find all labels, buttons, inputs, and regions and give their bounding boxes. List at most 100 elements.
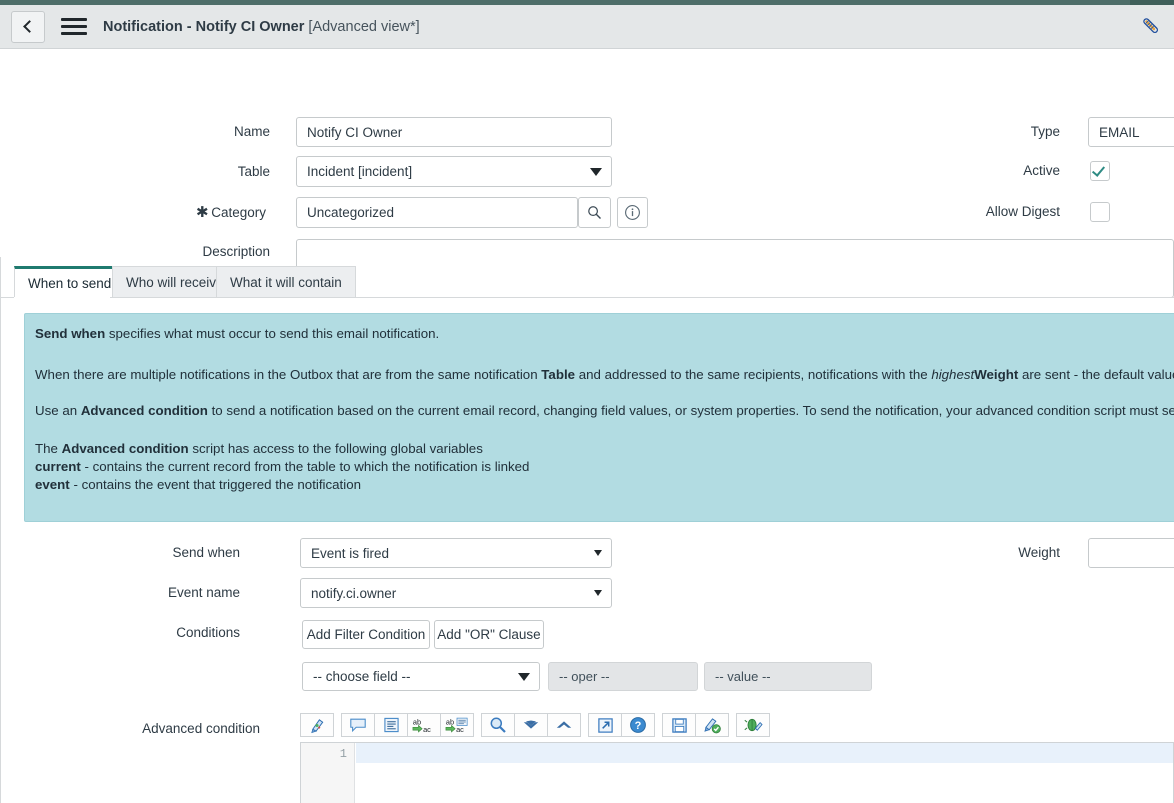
paperclip-icon: [1143, 18, 1159, 34]
send-when-info-panel: Send when specifies what must occur to s…: [24, 313, 1174, 522]
info-line-3: Use an Advanced condition to send a noti…: [35, 403, 1174, 418]
toolbar-group-window: ?: [588, 713, 655, 737]
info-line-4: The Advanced condition script has access…: [35, 441, 483, 456]
chevron-down-icon: [594, 550, 602, 556]
advanced-condition-label: Advanced condition: [142, 721, 260, 736]
page-title-view: [Advanced view*]: [308, 18, 420, 35]
category-info-button[interactable]: [617, 197, 648, 228]
filter-value-input[interactable]: -- value --: [704, 662, 872, 691]
filter-field-value: -- choose field --: [313, 669, 411, 684]
find-previous-button[interactable]: [547, 713, 581, 737]
category-label: Category: [211, 205, 266, 220]
active-label: Active: [1023, 163, 1060, 178]
svg-text:ac: ac: [456, 724, 464, 733]
tab-when-to-send[interactable]: When to send: [14, 266, 126, 298]
event-name-value: notify.ci.owner: [311, 585, 397, 601]
find-next-button[interactable]: [514, 713, 548, 737]
hamburger-menu-icon[interactable]: [61, 18, 87, 35]
comment-button[interactable]: [341, 713, 375, 737]
back-button[interactable]: [11, 10, 45, 43]
info-line-1-bold: Send when: [35, 326, 106, 341]
tabs-active-underline: [14, 297, 110, 298]
svg-text:?: ?: [635, 720, 642, 732]
code-active-line-highlight: [356, 743, 1173, 763]
add-or-clause-button[interactable]: Add "OR" Clause: [434, 620, 544, 649]
page-title: Notification - Notify CI Owner [Advanced…: [103, 19, 420, 35]
type-label: Type: [1030, 124, 1060, 139]
add-filter-condition-button[interactable]: Add Filter Condition: [302, 620, 430, 649]
chevron-down-icon: [518, 672, 530, 681]
svg-text:ab: ab: [413, 717, 421, 726]
notification-form: Name Table Incident [incident] ✱ Categor…: [0, 49, 1174, 298]
find-button[interactable]: [481, 713, 515, 737]
tab-what-it-will-contain[interactable]: What it will contain: [216, 266, 356, 298]
toolbar-group-find: [481, 713, 581, 737]
filter-operator-select[interactable]: -- oper --: [548, 662, 698, 691]
attachment-button[interactable]: [1134, 9, 1168, 43]
save-icon: [671, 717, 687, 733]
toolbar-group-debug: [736, 713, 770, 737]
weight-input[interactable]: [1088, 538, 1174, 568]
send-when-value: Event is fired: [311, 545, 390, 561]
indent-lines-icon: [383, 717, 399, 733]
comment-icon: [350, 718, 366, 733]
save-button[interactable]: [662, 713, 696, 737]
syntax-check-button[interactable]: [695, 713, 729, 737]
expand-editor-button[interactable]: [588, 713, 622, 737]
filter-field-select[interactable]: -- choose field --: [302, 662, 540, 691]
toolbar-group-format: [300, 713, 334, 737]
svg-text:ac: ac: [423, 724, 431, 733]
advanced-condition-code-editor[interactable]: 1: [300, 742, 1174, 803]
checkmark-icon: [1091, 163, 1106, 177]
info-circle-icon: [625, 205, 640, 220]
find-next-icon: [523, 720, 539, 729]
table-select[interactable]: Incident [incident]: [296, 156, 612, 187]
name-input[interactable]: [296, 117, 612, 147]
replace-all-icon: ab ac: [445, 717, 468, 733]
event-name-select[interactable]: notify.ci.owner: [300, 578, 612, 608]
weight-label: Weight: [1018, 545, 1060, 560]
info-line-5: current - contains the current record fr…: [35, 459, 530, 474]
active-checkbox[interactable]: [1090, 161, 1110, 181]
toolbar-group-edit: ab ac ab ac: [341, 713, 474, 737]
info-line-6: event - contains the event that triggere…: [35, 477, 361, 492]
category-lookup-button[interactable]: [578, 197, 611, 228]
format-code-button[interactable]: [300, 713, 334, 737]
format-code-icon: [310, 718, 323, 733]
conditions-label: Conditions: [176, 625, 240, 640]
info-line-2: When there are multiple notifications in…: [35, 367, 1174, 382]
syntax-check-icon: [703, 717, 721, 733]
svg-text:ab: ab: [446, 717, 454, 726]
debug-script-button[interactable]: [736, 713, 770, 737]
category-input[interactable]: [296, 197, 578, 228]
replace-all-button[interactable]: ab ac: [440, 713, 474, 737]
help-button[interactable]: ?: [621, 713, 655, 737]
tab-when-to-send-label: When to send: [28, 276, 112, 291]
allow-digest-checkbox[interactable]: [1090, 202, 1110, 222]
send-when-label: Send when: [172, 545, 240, 560]
chevron-left-icon: [23, 20, 36, 33]
table-label: Table: [237, 164, 270, 179]
allow-digest-label: Allow Digest: [985, 204, 1060, 219]
line-number: 1: [339, 747, 347, 761]
tabs-underline: [0, 297, 1174, 298]
chevron-down-icon: [590, 167, 602, 176]
tab-what-it-will-contain-label: What it will contain: [230, 275, 342, 290]
type-value[interactable]: EMAIL: [1088, 117, 1174, 147]
script-editor-toolbar: ab ac ab ac ?: [300, 713, 770, 737]
event-name-label: Event name: [167, 585, 240, 600]
help-icon: ?: [630, 717, 646, 733]
tab-who-will-receive-label: Who will receive: [126, 275, 224, 290]
find-previous-icon: [556, 721, 572, 728]
form-tabs: When to send Who will receive What it wi…: [0, 266, 1174, 298]
indent-lines-button[interactable]: [374, 713, 408, 737]
send-when-select[interactable]: Event is fired: [300, 538, 612, 568]
find-icon: [490, 717, 506, 733]
description-label: Description: [202, 244, 270, 259]
search-icon: [588, 206, 601, 219]
info-line-1: Send when specifies what must occur to s…: [35, 325, 439, 343]
replace-button[interactable]: ab ac: [407, 713, 441, 737]
name-label: Name: [233, 124, 270, 139]
toolbar-group-save: [662, 713, 729, 737]
debug-script-icon: [743, 718, 763, 732]
